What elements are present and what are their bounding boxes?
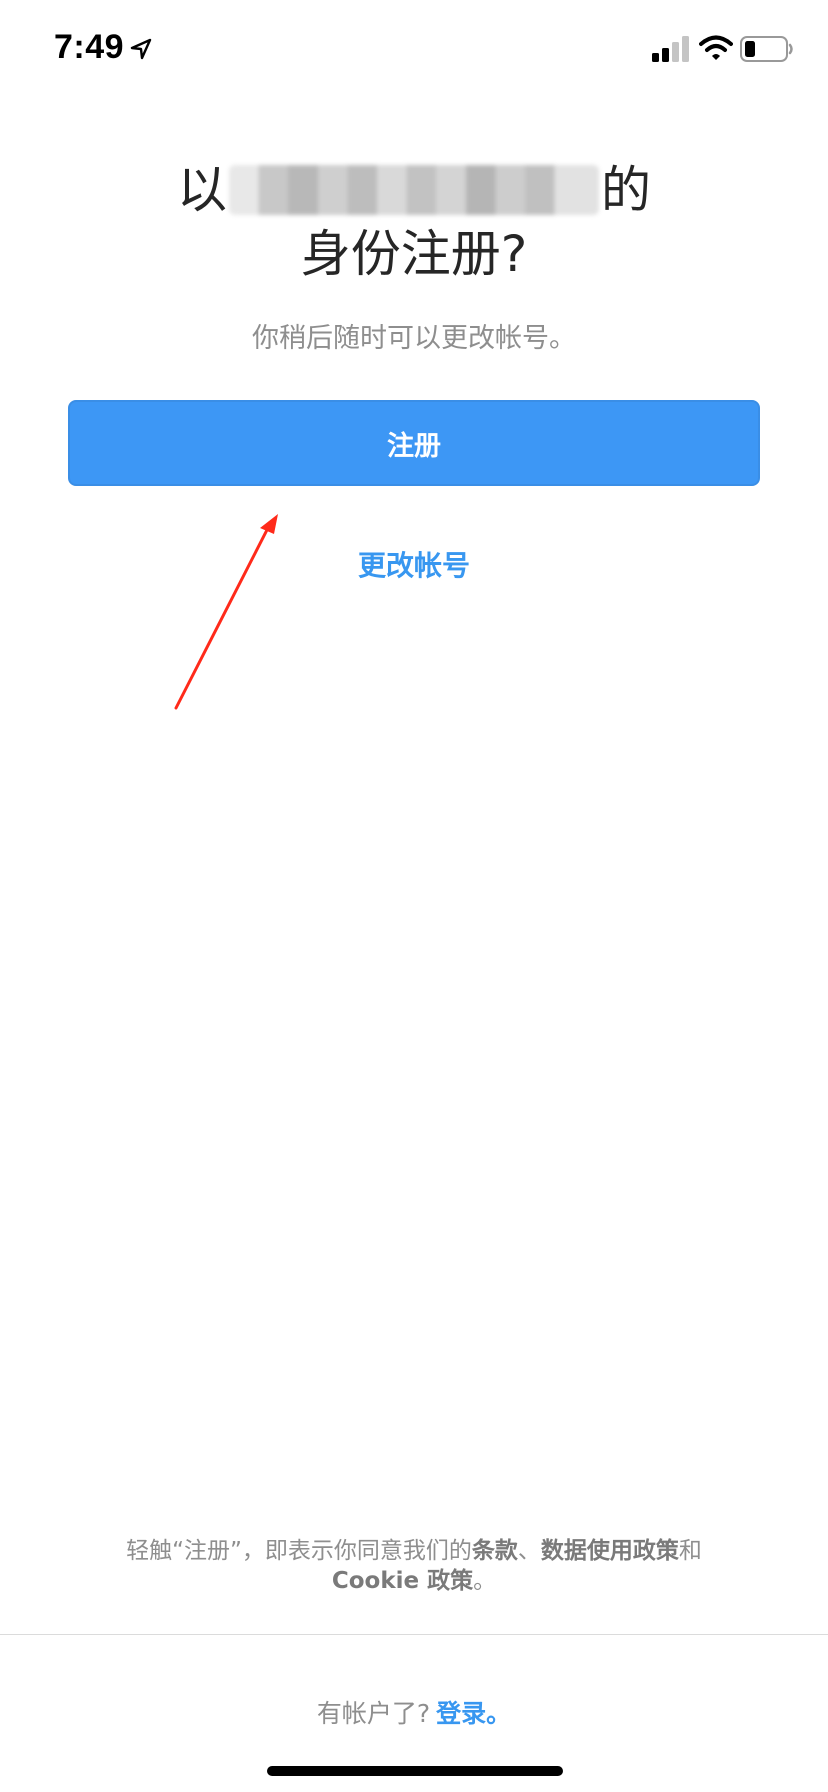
subtitle: 你稍后随时可以更改帐号。 <box>252 323 576 354</box>
signup-button[interactable]: 注册 <box>68 400 760 486</box>
login-row: 有帐户了? 登录。 <box>0 1694 828 1730</box>
location-arrow-icon <box>130 38 152 60</box>
status-time: 7:49 <box>54 28 125 66</box>
signup-button-label: 注册 <box>387 430 441 462</box>
terms-link[interactable]: 条款 <box>472 1538 518 1564</box>
home-indicator[interactable] <box>267 1766 563 1776</box>
title-suffix: 的 <box>601 161 651 219</box>
battery-icon <box>740 36 793 62</box>
terms-separator: 、 <box>517 1538 541 1564</box>
status-bar: 7:49 <box>0 0 828 100</box>
title-prefix: 以 <box>177 161 227 219</box>
page-title: 以的 身份注册? <box>80 158 748 286</box>
login-link[interactable]: 登录。 <box>436 1699 511 1728</box>
terms-end: 。 <box>473 1568 497 1594</box>
terms-intro: 轻触“注册”，即表示你同意我们的 <box>126 1538 472 1564</box>
change-account-link[interactable]: 更改帐号 <box>264 544 564 584</box>
data-policy-link[interactable]: 数据使用政策 <box>541 1538 679 1564</box>
title-line-1: 以的 <box>80 158 748 222</box>
wifi-icon <box>699 35 733 60</box>
login-prompt: 有帐户了? <box>316 1699 431 1728</box>
redacted-username <box>229 164 599 215</box>
title-line-2: 身份注册? <box>300 225 528 283</box>
cookie-policy-link[interactable]: Cookie 政策 <box>332 1568 473 1594</box>
terms-text: 轻触“注册”，即表示你同意我们的条款、数据使用政策和 Cookie 政策。 <box>60 1536 768 1596</box>
cellular-signal-icon <box>652 36 689 62</box>
terms-and: 和 <box>678 1538 702 1564</box>
divider <box>0 1634 828 1635</box>
